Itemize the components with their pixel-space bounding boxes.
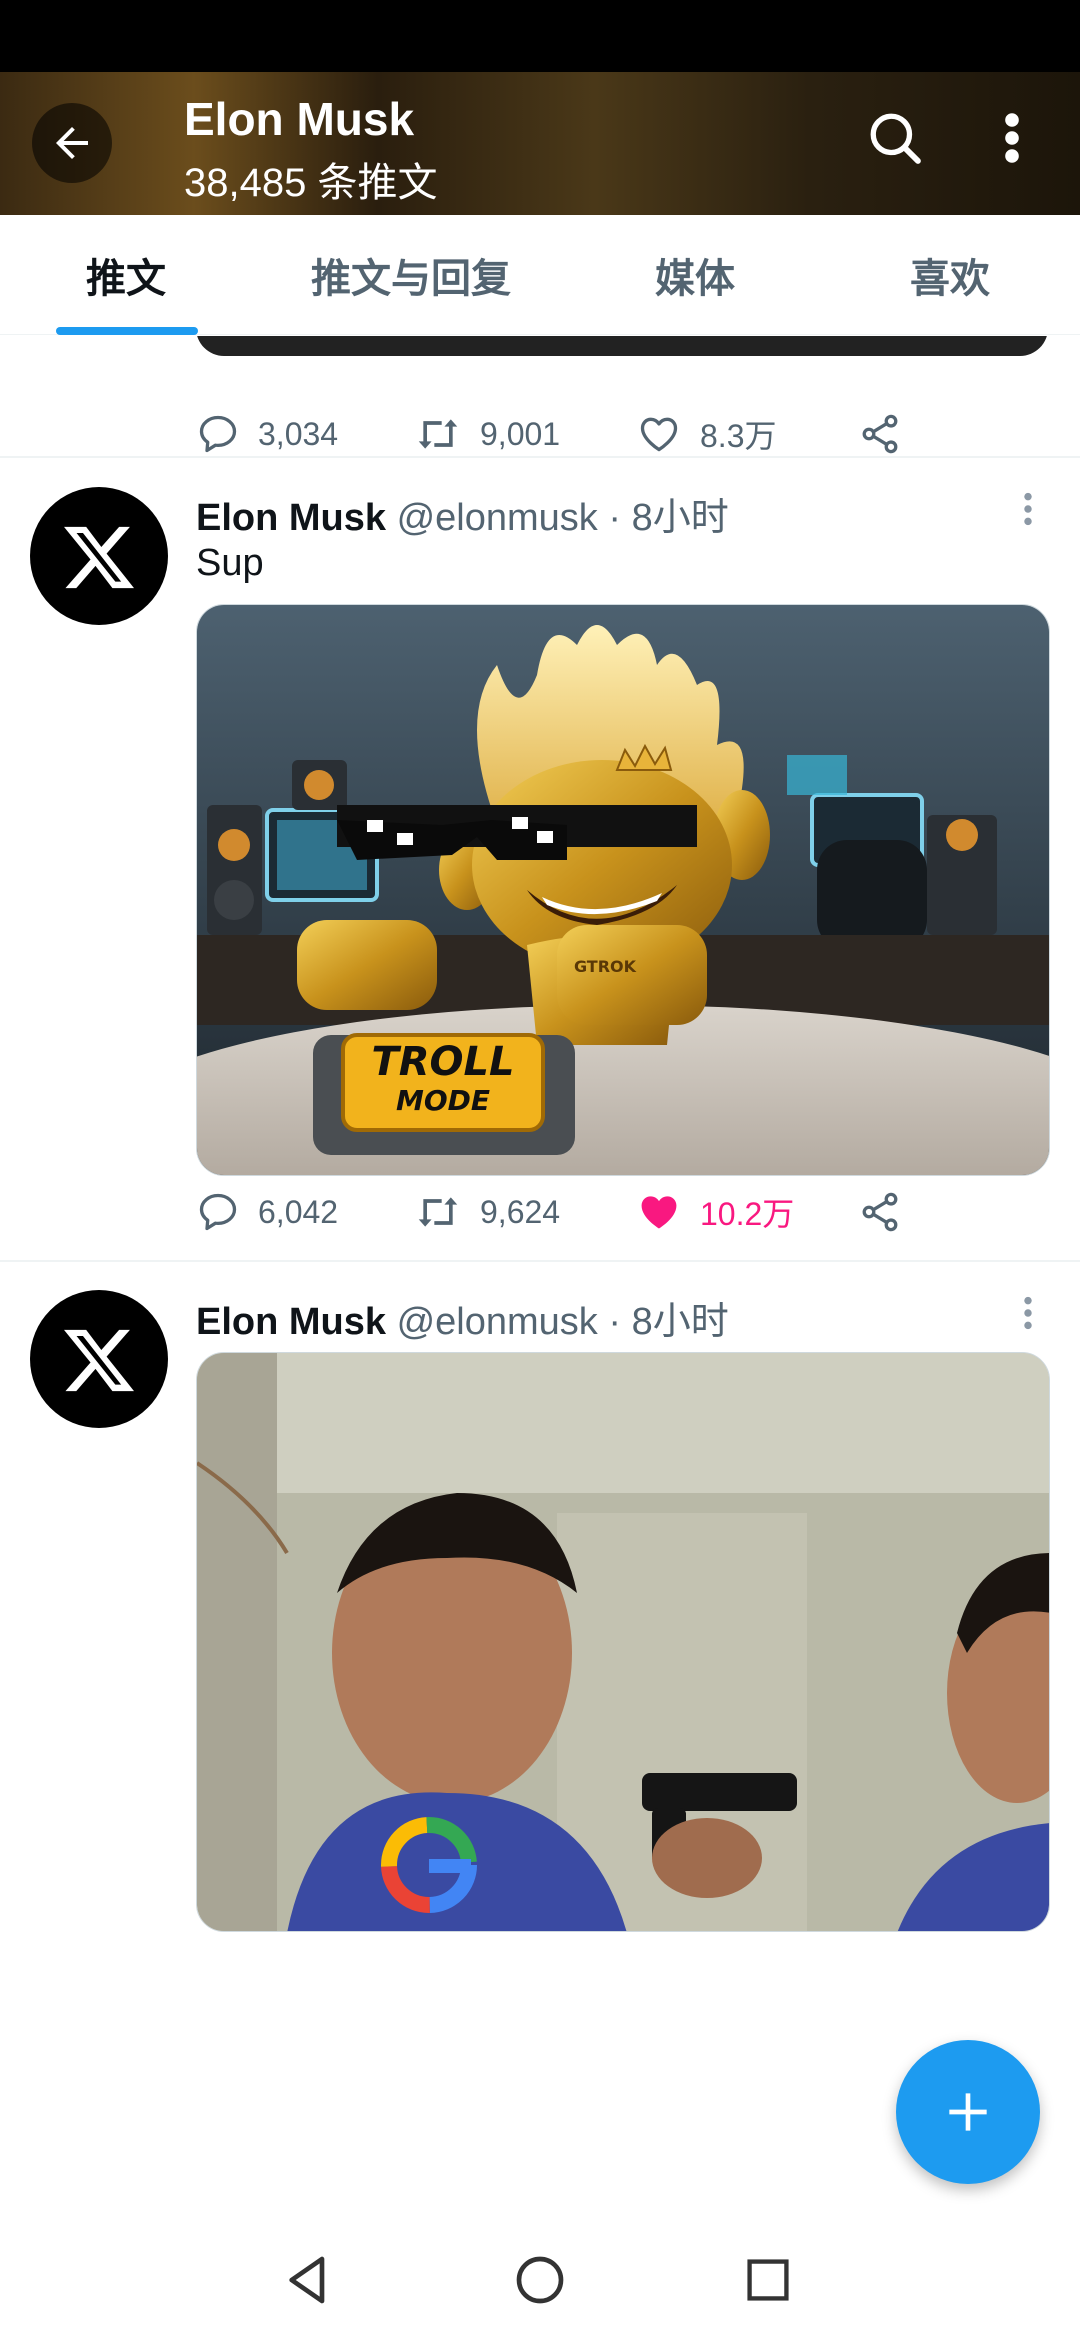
more-vertical-icon [1024,1296,1032,1330]
x-logo-icon [64,526,134,589]
tweet-time: · 8小时 [608,1301,729,1343]
tweet-header: Elon Musk @elonmusk · 8小时 [196,486,729,541]
share-button[interactable] [858,1182,920,1242]
reply-count: 3,034 [258,415,339,452]
avatar[interactable] [30,1290,168,1428]
back-button[interactable] [32,103,112,183]
more-button[interactable] [990,105,1034,171]
previous-tweet-media[interactable] [196,336,1048,356]
like-button[interactable]: 10.2万 [636,1182,794,1242]
reply-icon [199,415,237,453]
tweet-feed[interactable]: 3,034 9,001 8.3万 Elon Musk @elonmusk · 8… [0,336,1080,2220]
previous-tweet-actions: 3,034 9,001 8.3万 [196,404,898,464]
tweet-divider [0,456,1080,458]
tweet-divider [0,1260,1080,1262]
circle-home-icon [516,2256,564,2304]
tweet-more-button[interactable] [1018,1283,1038,1343]
tab-tweets[interactable]: 推文 [40,215,212,335]
triangle-back-icon [289,2256,325,2304]
share-button[interactable] [858,404,920,464]
tweet-count: 38,485 条推文 [184,161,438,205]
more-vertical-icon [1024,492,1032,526]
nav-home-button[interactable] [500,2240,580,2320]
like-count: 10.2万 [700,1196,795,1232]
tab-media[interactable]: 媒体 [620,215,770,335]
square-recents-icon [747,2259,789,2301]
tweet-actions: 6,042 9,624 10.2万 [196,1182,898,1242]
photo-image [197,1353,1049,1931]
plus-icon [949,2093,987,2131]
tweet-more-button[interactable] [1018,479,1038,539]
retweet-icon [418,419,458,449]
retweet-count: 9,001 [480,415,561,452]
retweet-icon [418,1197,458,1227]
reply-button[interactable]: 6,042 [196,1182,338,1242]
grok-badge-text: GTROK [574,957,637,976]
troll-text: TROLL [371,1039,514,1085]
like-count: 8.3万 [700,418,777,454]
avatar[interactable] [30,487,168,625]
arrow-left-icon [56,127,88,159]
tab-likes[interactable]: 喜欢 [880,215,1020,335]
nav-recents-button[interactable] [728,2240,808,2320]
heart-filled-icon [641,1196,677,1229]
profile-header: Elon Musk 38,485 条推文 [0,72,1080,215]
active-tab-indicator [56,327,198,335]
share-icon [862,414,898,454]
tweet-header: Elon Musk @elonmusk · 8小时 [196,1290,729,1345]
nav-back-button[interactable] [268,2240,348,2320]
tweet-image[interactable]: TROLL MODE GTROK [196,604,1050,1176]
troll-mode-image: TROLL MODE GTROK [197,605,1049,1175]
tweet-time: · 8小时 [608,497,729,539]
share-icon [862,1192,898,1232]
tweet-text: Sup [196,542,264,584]
more-vertical-icon [1005,113,1019,163]
mode-text: MODE [396,1084,490,1117]
compose-tweet-button[interactable] [896,2040,1040,2184]
reply-count: 6,042 [258,1193,339,1230]
heart-outline-icon [640,417,678,452]
search-icon [870,113,921,164]
x-logo-icon [64,1329,134,1392]
like-button[interactable]: 8.3万 [636,404,777,464]
retweet-count: 9,624 [480,1193,561,1230]
reply-button[interactable]: 3,034 [196,404,338,464]
status-bar [0,0,1080,72]
author-handle[interactable]: @elonmusk [397,497,598,539]
retweet-button[interactable]: 9,624 [414,1182,560,1242]
tweet-image[interactable] [196,1352,1050,1932]
author-name[interactable]: Elon Musk [196,1301,386,1343]
author-handle[interactable]: @elonmusk [397,1301,598,1343]
page-title: Elon Musk [184,93,415,145]
reply-icon [199,1193,237,1231]
profile-tabs: 推文 推文与回复 媒体 喜欢 [0,215,1080,335]
system-navigation-bar [0,2220,1080,2340]
tab-tweets-and-replies[interactable]: 推文与回复 [286,215,536,335]
retweet-button[interactable]: 9,001 [414,404,560,464]
author-name[interactable]: Elon Musk [196,497,386,539]
search-button[interactable] [862,105,928,171]
